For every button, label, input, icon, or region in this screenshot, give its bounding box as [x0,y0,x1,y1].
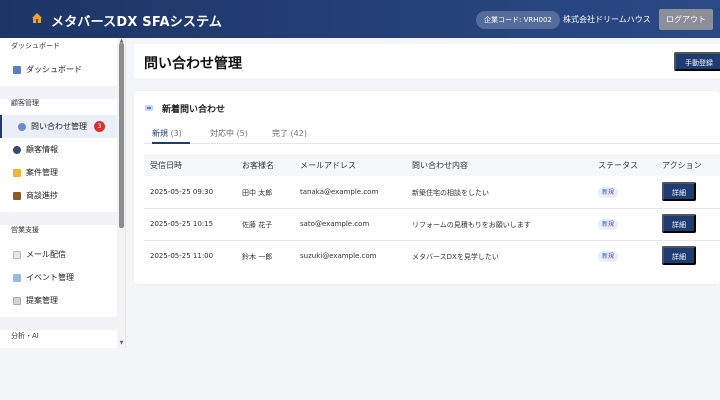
sidebar: ダッシュボード ダッシュボード 顧客管理 問い合わせ管理 3 顧客情報 案件管理… [0,38,126,348]
column-header-email: メールアドレス [300,161,356,170]
sidebar-item-negotiations[interactable]: 商談進捗 [0,184,117,207]
briefcase-icon [13,191,21,200]
inquiry-count-badge: 3 [94,121,105,132]
clipboard-icon [13,296,21,305]
sidebar-item-inquiries[interactable]: 問い合わせ管理 3 [0,115,117,138]
tab-label: 新規 [152,129,168,138]
tab-in-progress[interactable]: 対応中 (5) [210,128,248,144]
card-title: 新着問い合わせ [162,105,226,115]
cell-name: 佐藤 花子 [242,221,273,229]
column-header-date: 受信日時 [150,161,182,170]
cell-name: 田中 太郎 [242,189,273,197]
sidebar-item-events[interactable]: イベント管理 [0,266,117,289]
page-title: 問い合わせ管理 [144,56,242,72]
detail-button[interactable]: 詳細 [662,214,696,233]
sidebar-section-customer: 顧客管理 [11,99,39,107]
detail-button[interactable]: 詳細 [662,182,696,201]
tab-count: (3) [170,129,182,138]
detail-button[interactable]: 詳細 [662,246,696,265]
column-header-action: アクション [662,161,702,170]
table-row: 2025-05-25 09:30 田中 太郎 tanaka@example.co… [144,177,720,209]
logout-button[interactable]: ログアウト [659,9,713,30]
sidebar-section-sales: 営業支援 [11,226,39,234]
tab-count: (42) [290,129,307,138]
sidebar-scrollbar[interactable]: ▲ ▼ [117,38,125,348]
tab-label: 完了 [272,129,288,138]
scroll-down-arrow-icon[interactable]: ▼ [118,340,125,346]
column-header-content: 問い合わせ内容 [412,161,468,170]
users-icon [13,145,21,154]
table-header: 受信日時 お客様名 メールアドレス 問い合わせ内容 ステータス アクション [144,154,720,176]
inbox-icon [145,105,153,111]
cell-email: sato@example.com [300,220,370,228]
sidebar-item-label: 案件管理 [26,168,58,177]
cell-content: リフォームの見積もりをお願いします [412,221,531,229]
new-inquiries-card: 新着問い合わせ 新規 (3) 対応中 (5) 完了 (42) 受信日時 お客様名… [134,91,720,284]
cell-content: 新築住宅の相談をしたい [412,189,489,197]
sidebar-item-label: 顧客情報 [26,145,58,154]
sidebar-item-deals[interactable]: 案件管理 [0,161,117,184]
cell-date: 2025-05-25 10:15 [150,220,214,228]
cell-date: 2025-05-25 09:30 [150,188,214,196]
tab-new[interactable]: 新規 (3) [152,128,190,144]
sidebar-divider [0,317,117,330]
sidebar-item-label: メール配信 [26,250,66,259]
top-bar: メタバースDX SFAシステム 企業コード: VRH002 株式会社ドリームハウ… [0,0,720,38]
company-name: 株式会社ドリームハウス [563,15,651,24]
table-row: 2025-05-25 10:15 佐藤 花子 sato@example.com … [144,209,720,241]
tab-label: 対応中 [210,129,234,138]
sidebar-item-label: ダッシュボード [26,65,82,74]
manual-register-button[interactable]: 手動登録 [674,52,720,71]
calendar-icon [13,273,21,282]
house-icon [32,13,42,23]
sidebar-item-label: イベント管理 [26,273,74,282]
sidebar-section-dashboard: ダッシュボード [11,42,60,50]
cell-date: 2025-05-25 11:00 [150,252,214,260]
sidebar-item-proposals[interactable]: 提案管理 [0,289,117,312]
tab-count: (5) [236,129,248,138]
status-badge: 新規 [598,219,619,230]
cell-content: メタバースDXを見学したい [412,253,499,261]
status-badge: 新規 [598,251,619,262]
cell-name: 鈴木 一郎 [242,253,273,261]
sidebar-item-mail[interactable]: メール配信 [0,243,117,266]
app-title: メタバースDX SFAシステム [51,15,223,30]
company-code-badge: 企業コード: VRH002 [476,11,560,29]
sidebar-divider [0,212,117,225]
column-header-name: お客様名 [242,161,274,170]
tab-completed[interactable]: 完了 (42) [272,128,307,144]
sidebar-section-analytics: 分析・AI [11,332,39,340]
inquiry-icon [18,122,26,131]
sidebar-item-dashboard[interactable]: ダッシュボード [0,58,117,81]
sidebar-item-label: 問い合わせ管理 [31,122,87,131]
table-row: 2025-05-25 11:00 鈴木 一郎 suzuki@example.co… [144,241,720,273]
mail-icon [13,250,21,259]
sidebar-item-label: 商談進捗 [26,191,58,200]
cell-email: tanaka@example.com [300,188,379,196]
column-header-status: ステータス [598,161,638,170]
cell-email: suzuki@example.com [300,252,377,260]
status-tabs: 新規 (3) 対応中 (5) 完了 (42) [144,124,720,144]
sidebar-item-label: 提案管理 [26,296,58,305]
scrollbar-thumb[interactable] [119,43,124,228]
sidebar-item-customers[interactable]: 顧客情報 [0,138,117,161]
chart-icon [13,65,21,74]
status-badge: 新規 [598,187,619,198]
folder-icon [13,168,21,177]
page-header: 問い合わせ管理 手動登録 [134,44,720,80]
